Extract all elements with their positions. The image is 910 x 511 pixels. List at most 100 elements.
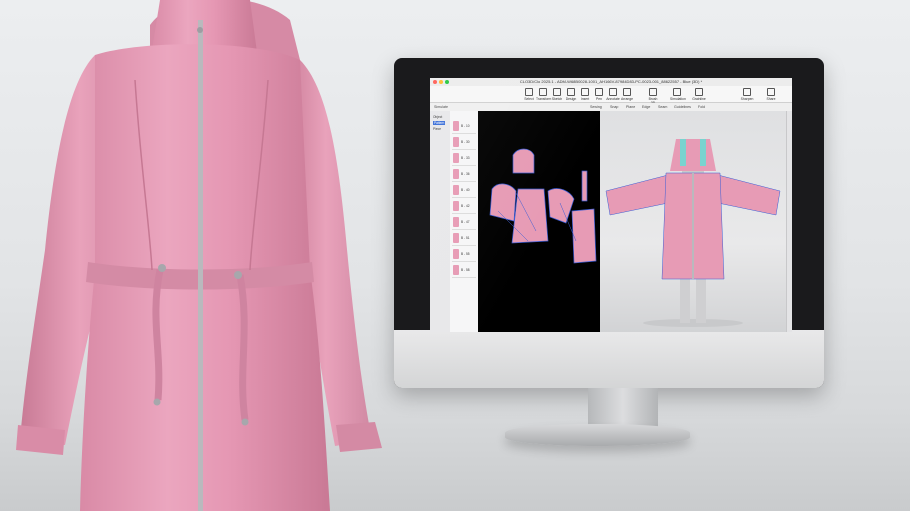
- app-screen: CLO3D/Clo 2025.1 - ADM-W68B0028-1001_AH1…: [430, 78, 792, 332]
- list-item[interactable]: B - 47: [452, 215, 476, 230]
- pattern-thumbnail: [453, 201, 459, 211]
- tool-label: Pen: [595, 97, 603, 101]
- pattern-pieces: [489, 148, 597, 264]
- side-tab-object[interactable]: Object: [433, 115, 442, 119]
- placket-piece: [581, 170, 588, 202]
- guidelines-toggle[interactable]: Guidelines: [674, 103, 691, 111]
- tool-brush-3d[interactable]: Brush 3D: [646, 88, 660, 105]
- pattern-thumbnail: [453, 217, 459, 227]
- sharpen-icon: [743, 88, 751, 96]
- zipper: [198, 20, 203, 511]
- list-item[interactable]: B - 10: [452, 119, 476, 134]
- pattern-2d-view[interactable]: [478, 111, 600, 332]
- list-item-label: B - 55: [461, 252, 470, 256]
- list-item[interactable]: B - 40: [452, 183, 476, 198]
- tool-label: Annotate: [606, 97, 620, 101]
- list-item-label: B - 36: [461, 172, 470, 176]
- simulated-coat: [605, 139, 781, 280]
- tool-label: Select: [524, 97, 534, 101]
- sleeve-left-piece: [489, 183, 517, 222]
- tool-label: Design: [565, 97, 577, 101]
- main-toolbar: Select Transform Sketch Design Insert Pe…: [430, 86, 792, 105]
- window-title: CLO3D/Clo 2025.1 - ADM-W68B0028-1001_AH1…: [519, 79, 703, 84]
- list-item[interactable]: B - 30: [452, 135, 476, 150]
- tool-label: Sketch: [551, 97, 563, 101]
- list-item-label: B - 42: [461, 204, 470, 208]
- maximize-icon[interactable]: [445, 80, 449, 84]
- tool-pen[interactable]: Pen: [592, 88, 606, 101]
- pattern-thumbnail: [453, 233, 459, 243]
- monitor-base: [505, 424, 690, 446]
- list-item-label: B - 47: [461, 220, 470, 224]
- fold-toggle[interactable]: Fold: [698, 103, 705, 111]
- list-item-label: B - 33: [461, 156, 470, 160]
- pattern-list: B - 10 B - 30 B - 33 B - 36 B - 40 B - 4…: [450, 111, 479, 332]
- list-item[interactable]: B - 33: [452, 151, 476, 166]
- list-item[interactable]: B - 58: [452, 263, 476, 278]
- list-item-label: B - 40: [461, 188, 470, 192]
- pattern-thumbnail: [453, 185, 459, 195]
- hood-piece: [512, 148, 535, 174]
- pink-coat-render: [16, 0, 382, 511]
- pattern-thumbnail: [453, 137, 459, 147]
- list-item[interactable]: B - 55: [452, 247, 476, 262]
- transform-icon: [539, 88, 547, 96]
- snap-toggle[interactable]: Snap: [610, 103, 618, 111]
- tool-simulation[interactable]: Simulation: [670, 88, 686, 101]
- side-tab-piece[interactable]: Piece: [433, 127, 441, 131]
- close-icon[interactable]: [433, 80, 437, 84]
- share-button[interactable]: Share: [764, 88, 778, 101]
- monitor-chin: [394, 330, 824, 388]
- list-item-label: B - 51: [461, 236, 470, 240]
- arrange-icon: [623, 88, 631, 96]
- list-item[interactable]: B - 42: [452, 199, 476, 214]
- sewing-toggle[interactable]: Sewing: [590, 103, 602, 111]
- tool-grainline[interactable]: Grainline: [692, 88, 706, 101]
- button-label: Share: [766, 97, 776, 101]
- back-piece: [571, 208, 597, 264]
- avatar-3d-view[interactable]: [600, 111, 786, 332]
- tool-select[interactable]: Select: [522, 88, 536, 101]
- pen-icon: [595, 88, 603, 96]
- pattern-thumbnail: [453, 249, 459, 259]
- tool-label: Insert: [580, 97, 590, 101]
- design-icon: [567, 88, 575, 96]
- share-icon: [767, 88, 775, 96]
- annotate-icon: [609, 88, 617, 96]
- seam-toggle[interactable]: Seam: [658, 103, 667, 111]
- pattern-thumbnail: [453, 169, 459, 179]
- pattern-thumbnail: [453, 121, 459, 131]
- simulate-button[interactable]: Simulate: [434, 103, 448, 111]
- list-item[interactable]: B - 36: [452, 167, 476, 182]
- front-bodice-piece: [511, 188, 549, 244]
- tool-insert[interactable]: Insert: [578, 88, 592, 101]
- side-tab-pattern[interactable]: Pattern: [433, 121, 446, 125]
- sharpen-button[interactable]: Sharpen: [740, 88, 754, 101]
- list-item-label: B - 30: [461, 140, 470, 144]
- tool-arrange[interactable]: Arrange: [620, 88, 634, 101]
- view-controls-strip[interactable]: [786, 111, 792, 332]
- tool-label: Arrange: [620, 97, 634, 101]
- pattern-thumbnail: [453, 265, 459, 275]
- tool-transform[interactable]: Transform: [536, 88, 551, 101]
- tool-design[interactable]: Design: [564, 88, 578, 101]
- edge-toggle[interactable]: Edge: [642, 103, 650, 111]
- button-label: Sharpen: [740, 97, 754, 101]
- pattern-thumbnail: [453, 153, 459, 163]
- list-item-label: B - 10: [461, 124, 470, 128]
- simulation-icon: [673, 88, 681, 96]
- window-controls[interactable]: [433, 80, 449, 84]
- tool-annotate[interactable]: Annotate: [606, 88, 620, 101]
- tool-label: Simulation: [670, 97, 686, 101]
- tool-label: Grainline: [692, 97, 706, 101]
- minimize-icon[interactable]: [439, 80, 443, 84]
- list-item[interactable]: B - 51: [452, 231, 476, 246]
- tool-sketch[interactable]: Sketch: [550, 88, 564, 101]
- grainline-icon: [695, 88, 703, 96]
- plane-toggle[interactable]: Plane: [626, 103, 635, 111]
- sketch-icon: [553, 88, 561, 96]
- tool-sidebar: Object Pattern Piece: [430, 111, 451, 332]
- insert-icon: [581, 88, 589, 96]
- list-item-label: B - 58: [461, 268, 470, 272]
- brush-icon: [649, 88, 657, 96]
